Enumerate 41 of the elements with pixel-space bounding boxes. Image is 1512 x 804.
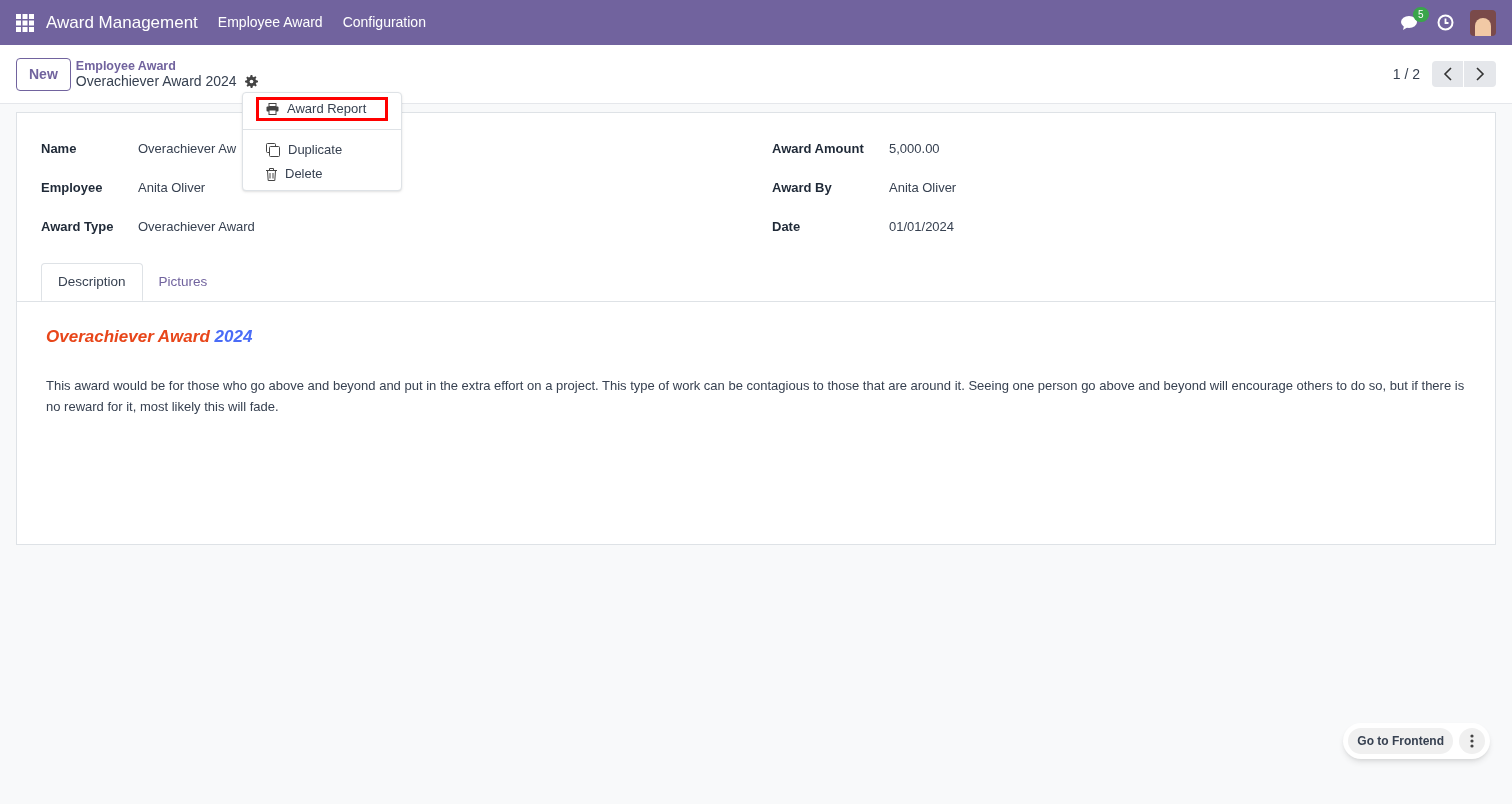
field-label: Name [41,140,78,158]
copy-icon [266,143,280,157]
apps-menu-icon[interactable] [16,13,34,32]
pager-counter: 1 / 2 [1392,64,1420,84]
dropdown-item[interactable]: Delete [256,162,388,186]
clock-icon[interactable] [1437,14,1454,31]
dropdown-item[interactable]: Award Report [256,97,388,121]
field-label: Award Type [41,218,115,236]
dropdown-item[interactable]: Duplicate [256,138,388,162]
gear-icon[interactable] [244,75,258,88]
kebab-menu-icon [1470,734,1474,748]
message-count-badge: 5 [1413,6,1429,22]
chevron-right-icon [1475,67,1485,81]
field-value: Anita Oliver [889,179,957,197]
app-name[interactable]: Award Management [46,9,198,36]
description-text: This award would be for those who go above and beyond and put in the extra effort on a project. This type of work can be contagious to those that are around it. Seeing one person go above and beyond will encourage others to do so, but if there is no reward for it, most likely this will fade. [46,376,1466,416]
menu-item[interactable]: Employee Award [217,12,323,33]
description-heading: Overachiever Award 2024 [46,326,254,348]
field-label: Date [772,218,802,236]
breadcrumb-link[interactable]: Employee Award [75,59,258,74]
next-button[interactable] [1464,61,1496,87]
field-value: Overachiever Award [138,218,255,236]
menu-item[interactable]: Configuration [342,12,426,33]
record-title: Overachiever Award 2024 [75,74,237,89]
field-value: 01/01/2024 [889,218,955,236]
printer-icon [266,103,279,115]
field-label: Employee [41,179,104,197]
tab[interactable]: Description [41,263,143,301]
go-to-frontend-button[interactable]: Go to Frontend [1348,728,1453,754]
new-button[interactable]: New [16,57,71,91]
field-label: Award Amount [772,140,865,158]
field-value: Overachiever Aw [138,140,237,158]
user-avatar[interactable] [1470,9,1496,36]
more-options-button[interactable] [1459,728,1485,754]
field-label: Award By [772,179,833,197]
chevron-left-icon [1442,67,1453,81]
tab[interactable]: Pictures [142,263,224,301]
previous-button[interactable] [1432,61,1464,87]
trash-icon [266,167,277,181]
field-value: Anita Oliver [138,179,206,197]
field-value: 5,000.00 [889,140,940,158]
